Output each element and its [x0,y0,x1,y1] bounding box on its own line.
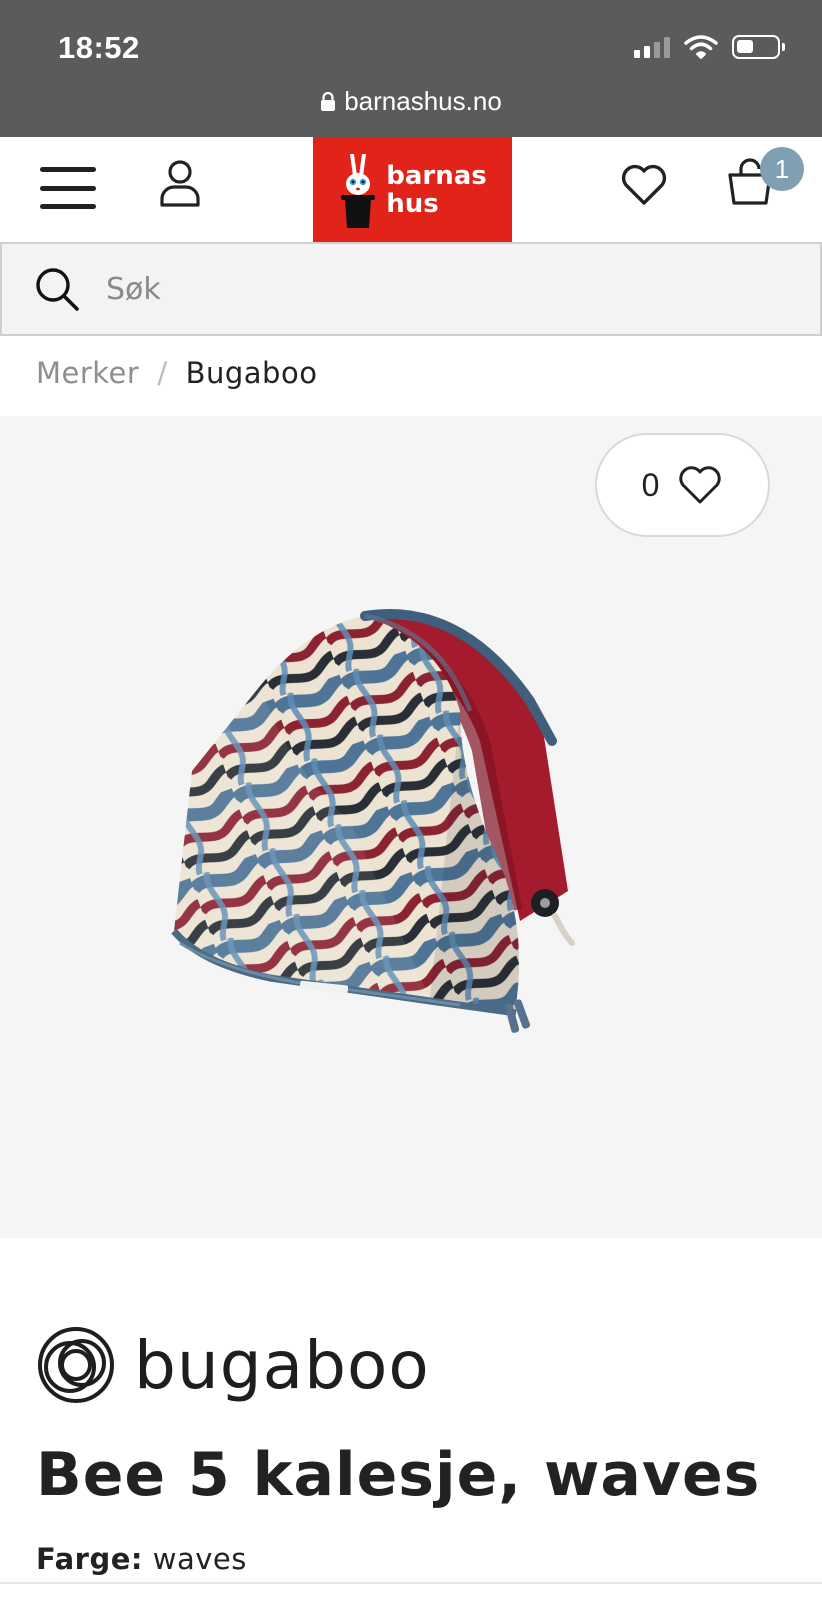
status-time: 18:52 [58,30,140,65]
heart-icon[interactable] [618,159,670,211]
color-value: waves [152,1542,247,1576]
breadcrumb-current: Bugaboo [185,356,318,390]
product-image-area[interactable]: 0 [0,416,822,1238]
search-input[interactable] [106,271,756,307]
menu-line [40,167,96,172]
product-color: Farge: waves [36,1542,247,1576]
cart-count-badge[interactable]: 1 [760,147,804,191]
rabbit-in-hat-logo-icon [341,153,376,228]
logo-text: barnas hus [386,162,487,218]
search-bar [0,242,822,336]
site-header: barnas hus 1 [0,137,822,242]
logo-line-1: barnas [386,160,487,191]
url-text: barnashus.no [344,86,502,116]
brand-logo[interactable]: bugaboo [36,1322,430,1408]
menu-line [40,204,96,209]
user-icon[interactable] [158,159,202,209]
wifi-icon [684,35,718,59]
breadcrumb-link-brands[interactable]: Merker [36,356,139,390]
product-image [171,609,575,1033]
heart-icon [679,466,722,504]
logo-line-2: hus [386,188,439,219]
site-logo[interactable]: barnas hus [313,137,512,242]
brand-name: bugaboo [134,1326,430,1404]
divider [0,1582,822,1584]
signal-icon [634,36,670,58]
color-label: Farge: [36,1542,144,1576]
lock-icon [321,91,336,111]
menu-line [40,185,96,191]
battery-icon [732,35,785,59]
status-icons [634,34,785,60]
search-icon[interactable] [34,266,80,312]
browser-status-bar: 18:52 barnashus.no [0,0,822,137]
menu-button[interactable] [40,167,96,209]
favorite-count: 0 [641,466,660,503]
product-title: Bee 5 kalesje, waves [36,1440,761,1510]
url-bar[interactable]: barnashus.no [0,86,822,117]
breadcrumb-separator: / [157,356,168,390]
bugaboo-logo-icon [38,1327,114,1403]
breadcrumb: Merker / Bugaboo [36,356,317,390]
favorite-button[interactable]: 0 [595,433,770,537]
